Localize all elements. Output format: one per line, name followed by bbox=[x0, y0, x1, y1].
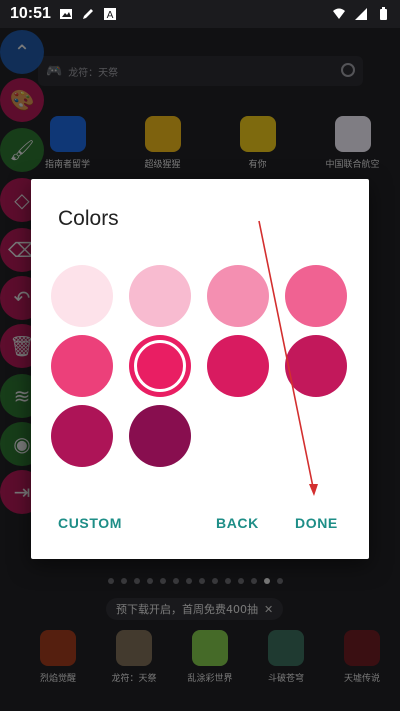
pencil-icon bbox=[82, 9, 93, 19]
color-swatch[interactable] bbox=[129, 405, 191, 467]
signal-icon bbox=[355, 8, 367, 20]
svg-text:A: A bbox=[107, 10, 114, 21]
custom-button[interactable]: CUSTOM bbox=[58, 515, 122, 531]
wifi-icon bbox=[333, 8, 345, 19]
color-swatch[interactable] bbox=[129, 335, 191, 397]
status-time: 10:51 bbox=[10, 5, 51, 22]
colors-dialog: Colors CUSTOM BACK DONE bbox=[31, 179, 369, 559]
color-swatch[interactable] bbox=[207, 265, 269, 327]
color-swatch[interactable] bbox=[285, 265, 347, 327]
color-swatch[interactable] bbox=[51, 405, 113, 467]
dialog-title: Colors bbox=[58, 207, 119, 230]
swatch-grid bbox=[51, 265, 361, 475]
color-swatch[interactable] bbox=[51, 265, 113, 327]
status-bar: 10:51 A bbox=[0, 0, 400, 28]
back-button[interactable]: BACK bbox=[216, 515, 259, 531]
battery-icon bbox=[380, 7, 387, 20]
color-swatch[interactable] bbox=[285, 335, 347, 397]
color-swatch[interactable] bbox=[129, 265, 191, 327]
done-button[interactable]: DONE bbox=[295, 515, 338, 531]
text-app-icon: A bbox=[103, 8, 116, 21]
color-swatch[interactable] bbox=[51, 335, 113, 397]
color-swatch[interactable] bbox=[207, 335, 269, 397]
gallery-icon bbox=[59, 9, 72, 19]
